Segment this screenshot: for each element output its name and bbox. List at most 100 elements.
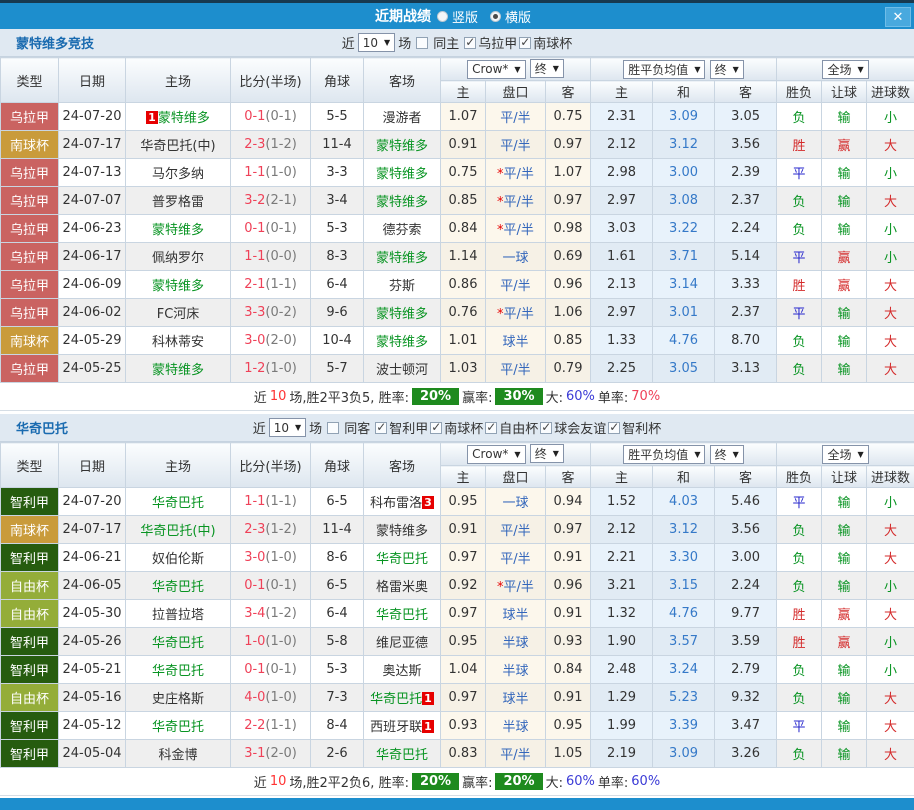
odds-source-select[interactable]: Crow*▼ (467, 445, 525, 464)
avg-away-odds: 3.56 (715, 516, 777, 544)
avg-home-odds: 1.99 (591, 712, 653, 740)
result-goals: 小 (867, 628, 914, 656)
half-time-score: (1-2) (265, 137, 296, 152)
result-wdl: 负 (777, 684, 822, 712)
recent-count-select[interactable]: 10▼ (358, 33, 395, 52)
col-corner: 角球 (311, 58, 364, 103)
result-goals: 大 (867, 740, 914, 768)
col-type: 类型 (1, 58, 59, 103)
match-score: 2-3(1-2) (231, 516, 311, 544)
league-filter-checkbox[interactable] (540, 422, 552, 434)
full-match-select[interactable]: 全场▼ (822, 445, 868, 464)
away-team: 蒙特维多 (364, 516, 441, 544)
league-filter-checkbox[interactable] (375, 422, 387, 434)
away-team: 蒙特维多 (364, 299, 441, 327)
result-goals: 小 (867, 215, 914, 243)
match-date: 24-05-25 (59, 355, 126, 383)
red-card-badge: 1 (422, 692, 434, 705)
handicap-line: 半球 (486, 712, 546, 740)
result-handicap: 输 (822, 187, 867, 215)
layout-radio-label: 横版 (505, 7, 531, 26)
same-venue-checkbox[interactable] (416, 37, 428, 49)
league-type-badge: 乌拉甲 (1, 355, 59, 383)
match-row: 乌拉甲24-06-09蒙特维多2-1(1-1)6-4芬斯0.86平/半0.962… (1, 271, 914, 299)
away-team: 波士顿河 (364, 355, 441, 383)
team-name-text: 普罗格雷 (152, 195, 204, 210)
league-filter-checkbox[interactable] (430, 422, 442, 434)
layout-radio-unselected[interactable] (437, 11, 448, 22)
match-date: 24-05-29 (59, 327, 126, 355)
result-goals: 大 (867, 684, 914, 712)
matches-table: 类型 日期 主场 比分(半场) 角球 客场 Crow*▼ 终▼ 胜平负均值▼ 终… (0, 57, 914, 383)
layout-radio-selected[interactable] (490, 11, 501, 22)
avg-final-select[interactable]: 终▼ (710, 445, 744, 464)
league-filter-checkbox[interactable] (519, 37, 531, 49)
sub-col-handicap: 盘口 (486, 466, 546, 488)
match-row: 乌拉甲24-07-13马尔多纳1-1(1-0)3-3蒙特维多0.75*平/半1.… (1, 159, 914, 187)
titlebar: 近期战绩 竖版横版 ✕ (0, 0, 914, 29)
match-date: 24-06-21 (59, 544, 126, 572)
odds-final-select[interactable]: 终▼ (530, 444, 564, 463)
win-rate-badge: 20% (412, 773, 459, 790)
odds-source-select[interactable]: Crow*▼ (467, 60, 525, 79)
handicap-line: 平/半 (486, 271, 546, 299)
sub-col-avg-draw: 和 (653, 466, 715, 488)
home-team: 佩纳罗尔 (126, 243, 231, 271)
sub-col-avg-home: 主 (591, 466, 653, 488)
single-value: 60% (631, 774, 660, 789)
home-team: 华奇巴托 (126, 628, 231, 656)
single-label: 单率: (598, 387, 628, 406)
corner-score: 5-3 (311, 215, 364, 243)
match-date: 24-07-20 (59, 488, 126, 516)
close-button[interactable]: ✕ (885, 7, 911, 27)
corner-score: 11-4 (311, 516, 364, 544)
half-time-score: (0-1) (265, 221, 296, 236)
league-filter-checkbox[interactable] (485, 422, 497, 434)
half-time-score: (0-0) (265, 249, 296, 264)
full-time-score: 2-1 (244, 277, 265, 292)
match-score: 1-1(1-0) (231, 159, 311, 187)
avg-select[interactable]: 胜平负均值▼ (623, 60, 705, 79)
avg-home-odds: 2.97 (591, 187, 653, 215)
away-odds: 0.85 (546, 327, 591, 355)
league-filter-checkbox[interactable] (464, 37, 476, 49)
chevron-down-icon: ▼ (857, 65, 863, 74)
handicap-changed-marker: * (497, 580, 504, 595)
half-time-score: (0-2) (265, 305, 296, 320)
avg-away-odds: 2.37 (715, 187, 777, 215)
home-team: 科金博 (126, 740, 231, 768)
layout-radio-group: 竖版横版 (437, 7, 539, 26)
summary-record: 场,胜2平2负6, 胜率: (289, 772, 409, 791)
corner-score: 7-3 (311, 684, 364, 712)
handicap-changed-marker: * (497, 307, 504, 322)
away-odds: 0.79 (546, 355, 591, 383)
avg-select[interactable]: 胜平负均值▼ (623, 445, 705, 464)
result-wdl: 负 (777, 187, 822, 215)
corner-score: 3-3 (311, 159, 364, 187)
home-odds: 0.97 (441, 544, 486, 572)
avg-home-odds: 1.61 (591, 243, 653, 271)
full-time-score: 0-1 (244, 662, 265, 677)
away-odds: 0.75 (546, 103, 591, 131)
full-time-score: 1-1 (244, 249, 265, 264)
team-name-text: 格雷米奥 (376, 580, 428, 595)
chevron-down-icon: ▼ (733, 450, 739, 459)
home-odds: 0.97 (441, 600, 486, 628)
league-type-badge: 南球杯 (1, 516, 59, 544)
match-row: 乌拉甲24-06-17佩纳罗尔1-1(0-0)8-3蒙特维多1.14一球0.69… (1, 243, 914, 271)
corner-score: 6-5 (311, 488, 364, 516)
league-filter-checkbox[interactable] (608, 422, 620, 434)
team-name-text: 华奇巴托(中) (140, 524, 215, 539)
team-name-text: 蒙特维多 (152, 363, 204, 378)
result-wdl: 平 (777, 712, 822, 740)
match-row: 智利甲24-05-26华奇巴托1-0(1-0)5-8维尼亚德0.95半球0.93… (1, 628, 914, 656)
avg-final-select[interactable]: 终▼ (710, 60, 744, 79)
odds-final-select[interactable]: 终▼ (530, 59, 564, 78)
full-time-score: 2-3 (244, 137, 265, 152)
red-card-badge: 3 (422, 496, 434, 509)
full-match-select[interactable]: 全场▼ (822, 60, 868, 79)
match-row: 南球杯24-07-17华奇巴托(中)2-3(1-2)11-4蒙特维多0.91平/… (1, 131, 914, 159)
same-venue-checkbox[interactable] (327, 422, 339, 434)
result-goals: 大 (867, 187, 914, 215)
recent-count-select[interactable]: 10▼ (269, 418, 306, 437)
